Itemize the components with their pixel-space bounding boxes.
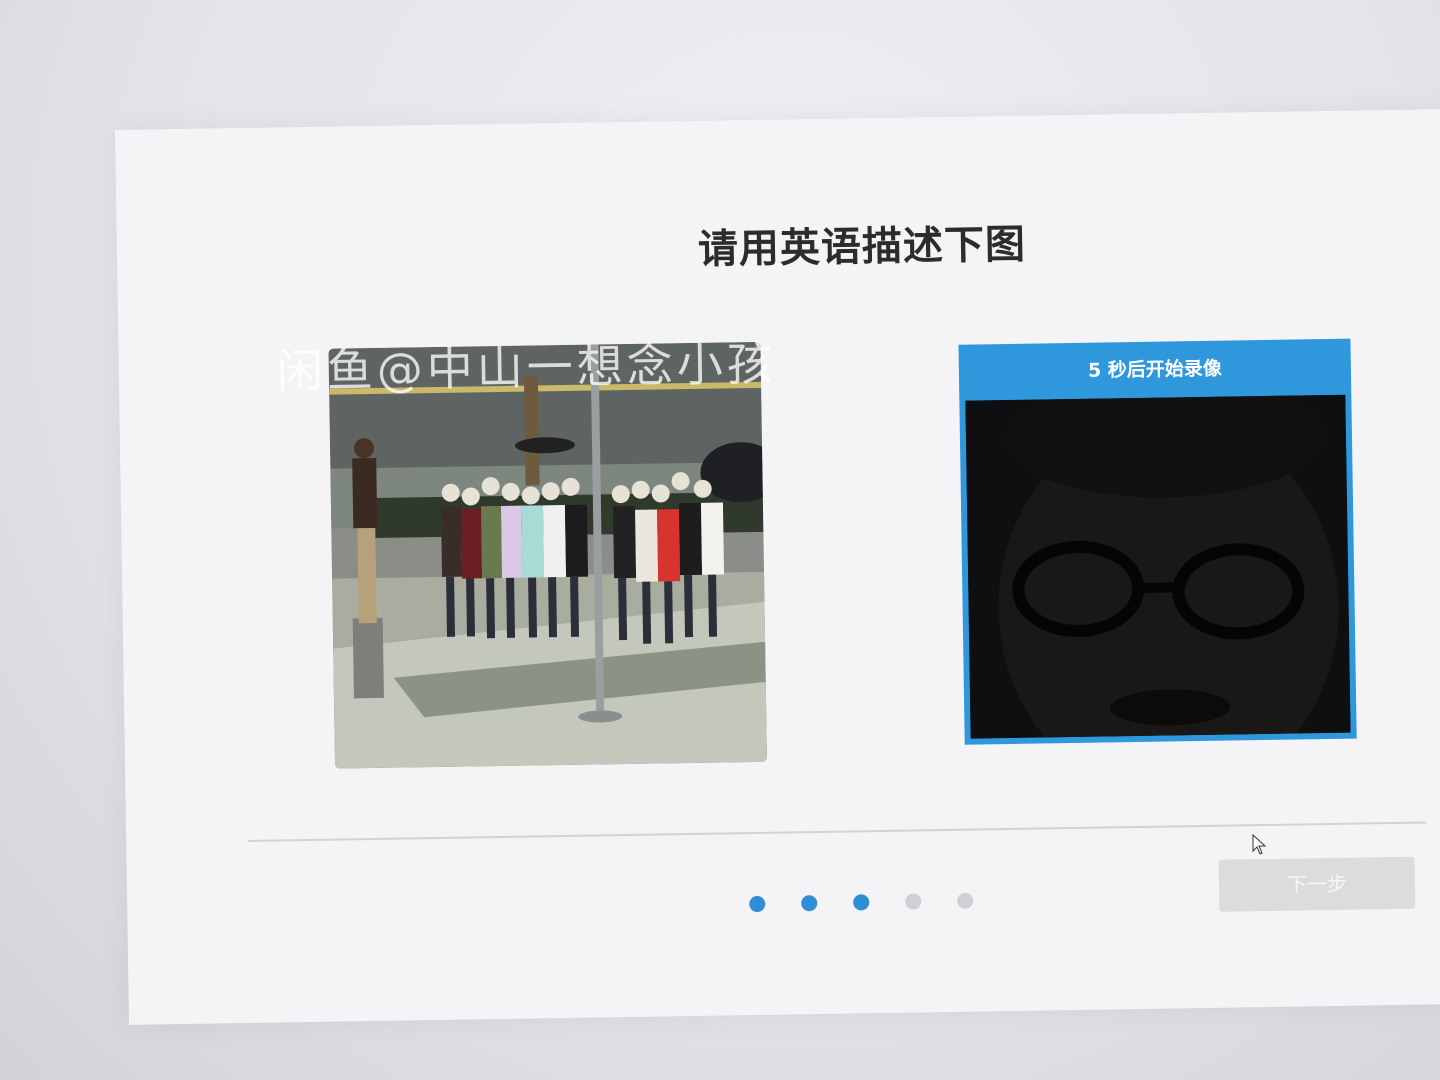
step-dot-5 [957, 892, 974, 909]
camera-panel: 5 秒后开始录像 [958, 338, 1357, 745]
step-dot-4 [905, 893, 922, 910]
step-indicator [749, 892, 974, 913]
webcam-feed [965, 394, 1351, 739]
footer-divider [248, 821, 1427, 842]
mouse-cursor-icon [1252, 833, 1268, 860]
prompt-photo [328, 341, 768, 769]
recording-countdown: 5 秒后开始录像 [1087, 357, 1222, 382]
step-dot-3 [853, 894, 870, 911]
next-step-button[interactable]: 下一步 [1218, 856, 1416, 912]
step-dot-2 [801, 895, 818, 912]
page-title: 请用英语描述下图 [697, 221, 1027, 273]
step-dot-1 [749, 895, 766, 913]
task-dialog: 请用英语描述下图 闲鱼@中山一想念小孩 5 秒后开始录像 下一步 [115, 109, 1440, 1025]
